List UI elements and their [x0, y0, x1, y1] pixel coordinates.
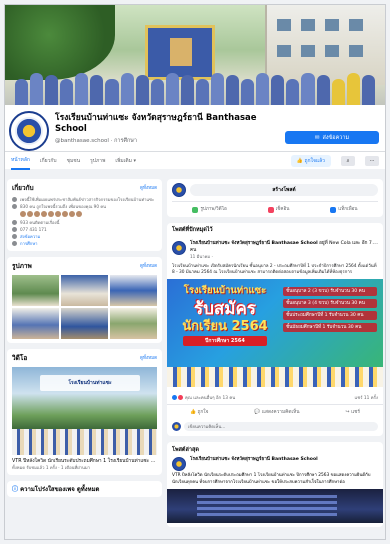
photo-thumbnail[interactable]	[12, 308, 59, 339]
send-message-link[interactable]: ส่งข้อความ	[20, 233, 40, 240]
tag-icon	[12, 241, 17, 246]
post-time[interactable]: 11 มีนาคม ·	[190, 254, 378, 261]
reaction-summary: คุณ และคนอื่นๆ อีก 13 คน แชร์ 11 ครั้ง	[167, 391, 383, 405]
post-options-icon[interactable]: ···	[372, 241, 378, 248]
pinned-post: โรงเรียนบ้านท่าแซะ จังหวัดสุราษฎร์ธานี B…	[167, 237, 383, 392]
photos-card: รูปภาพ ดูทั้งหมด	[7, 257, 162, 343]
phone-icon	[12, 227, 17, 232]
photo-thumbnail[interactable]	[110, 275, 157, 306]
poster-school-name: โรงเรียนบ้านท่าแซะ	[183, 285, 267, 297]
transparency-card: ⓘ ความโปร่งใสของเพจ ดูทั้งหมด	[7, 481, 162, 497]
poster-tag: ปีการศึกษา 2564	[183, 336, 267, 347]
videos-title: วิดีโอ	[12, 354, 28, 362]
category-link[interactable]: การศึกษา	[20, 240, 37, 247]
photo-thumbnail[interactable]	[61, 275, 108, 306]
photo-thumbnail[interactable]	[110, 308, 157, 339]
video-caption[interactable]: VTR ปีหลังโควิด นักเรียนระดับประถมศึกษา …	[12, 458, 157, 465]
school-logo[interactable]	[9, 111, 49, 151]
recent-post: โพสต์ล่าสุด โรงเรียนบ้านท่าแซะ จังหวัดสุ…	[167, 442, 383, 528]
rss-icon	[12, 220, 17, 225]
search-icon[interactable]: ⌕	[341, 155, 355, 166]
page-handle: @banthasae.school · การศึกษา	[55, 138, 138, 144]
page-header: โรงเรียนบ้านท่าแซะ จังหวัดสุราษฎร์ธานี B…	[5, 105, 385, 151]
photo-thumbnail[interactable]	[12, 275, 59, 306]
reaction-icons	[172, 395, 183, 401]
friends-avatars	[20, 211, 157, 217]
tag-people-icon	[330, 206, 337, 213]
photos-see-all-link[interactable]: ดูทั้งหมด	[140, 262, 157, 269]
info-icon	[12, 197, 17, 202]
tab-about[interactable]: เกี่ยวกับ	[40, 157, 57, 165]
comment-composer: เขียนความคิดเห็น...	[167, 419, 383, 437]
about-title: เกี่ยวกับ	[12, 184, 34, 192]
poster-details: ชั้นอนุบาล 2 (3 ขวบ) รับจำนวน 30 คน ชั้น…	[283, 287, 377, 335]
create-post-input[interactable]: สร้างโพสต์	[190, 184, 378, 196]
left-column: เกี่ยวกับ ดูทั้งหมด เพจนี้ใช้เพื่อเผยแพร…	[7, 179, 162, 497]
messenger-icon: ✉	[314, 134, 320, 141]
photo-thumbnail[interactable]	[61, 308, 108, 339]
liked-button[interactable]: 👍 ถูกใจแล้ว	[290, 154, 331, 167]
send-message-button[interactable]: ✉ ส่งข้อความ	[285, 131, 379, 144]
tag-friends-button[interactable]: แท็กเพื่อน	[330, 206, 358, 213]
create-post-card: สร้างโพสต์ รูปภาพ/วิดีโอ เช็คอิน แท็กเพื…	[167, 179, 383, 217]
video-overlay-title: โรงเรียนบ้านท่าแซะ	[40, 375, 140, 391]
share-button[interactable]: ↪ แชร์	[346, 408, 360, 416]
transparency-see-all-link[interactable]: ดูทั้งหมด	[77, 486, 100, 493]
comment-icon: 💬	[254, 410, 262, 416]
photo-video-button[interactable]: รูปภาพ/วิดีโอ	[192, 206, 227, 213]
post-actions: 👍 ถูกใจ 💬 แสดงความคิดเห็น ↪ แชร์	[167, 404, 383, 420]
tab-photos[interactable]: รูปภาพ	[90, 157, 105, 165]
facebook-page: โรงเรียนบ้านท่าแซะ จังหวัดสุราษฎร์ธานี B…	[4, 4, 386, 540]
video-preview[interactable]	[167, 489, 383, 524]
admission-poster-image[interactable]: โรงเรียนบ้านท่าแซะ รับสมัคร นักเรียน 256…	[167, 279, 383, 388]
post-text: โรงเรียนบ้านท่าแซะ เปิดรับสมัครนักเรียน …	[172, 263, 377, 275]
poster-headline: รับสมัคร	[193, 299, 256, 320]
commenter-avatar	[172, 422, 181, 432]
check-in-button[interactable]: เช็คอิน	[267, 206, 289, 213]
location-icon	[267, 206, 274, 213]
post-author-avatar[interactable]	[172, 457, 186, 472]
right-column: สร้างโพสต์ รูปภาพ/วิดีโอ เช็คอิน แท็กเพื…	[167, 179, 383, 528]
share-count[interactable]: แชร์ 11 ครั้ง	[355, 394, 378, 401]
page-tabs: หน้าหลัก เกี่ยวกับ ชุมชน รูปภาพ เพิ่มเติ…	[5, 151, 385, 170]
videos-card: วิดีโอ ดูทั้งหมด โรงเรียนบ้านท่าแซะ VTR …	[7, 349, 162, 475]
post-author[interactable]: โรงเรียนบ้านท่าแซะ จังหวัดสุราษฎร์ธานี B…	[190, 457, 318, 471]
info-icon: ⓘ	[12, 486, 21, 493]
photo-icon	[192, 206, 199, 213]
more-options-icon[interactable]: ···	[365, 155, 379, 166]
page-avatar	[172, 183, 186, 197]
photo-grid	[12, 275, 157, 339]
video-meta: ทั้งหมด รับชมแล้ว 1 ครั้ง · 1 เดือนที่ผ่…	[12, 465, 90, 470]
about-card: เกี่ยวกับ ดูทั้งหมด เพจนี้ใช้เพื่อเผยแพร…	[7, 179, 162, 251]
post-author[interactable]: โรงเรียนบ้านท่าแซะ จังหวัดสุราษฎร์ธานี B…	[190, 241, 318, 246]
pinned-posts-heading: โพสต์ที่ปักหมุดไว้	[167, 223, 383, 237]
tab-community[interactable]: ชุมชน	[67, 157, 81, 165]
page-title: โรงเรียนบ้านท่าแซะ จังหวัดสุราษฎร์ธานี B…	[55, 113, 257, 134]
tab-more[interactable]: เพิ่มเติม ▾	[115, 157, 136, 165]
like-icon	[12, 204, 17, 209]
cover-photo[interactable]	[5, 5, 385, 105]
comment-input[interactable]: เขียนความคิดเห็น...	[184, 422, 378, 432]
poster-subheadline: นักเรียน 2564	[182, 319, 268, 335]
about-see-all-link[interactable]: ดูทั้งหมด	[140, 184, 157, 191]
messenger-icon	[12, 234, 17, 239]
post-author-avatar[interactable]	[172, 241, 186, 255]
recent-posts-heading: โพสต์ล่าสุด	[172, 447, 199, 454]
photos-title: รูปภาพ	[12, 262, 32, 270]
tab-home[interactable]: หน้าหลัก	[11, 152, 30, 170]
like-button[interactable]: 👍 ถูกใจ	[190, 408, 208, 416]
videos-see-all-link[interactable]: ดูทั้งหมด	[140, 354, 157, 361]
video-thumbnail[interactable]: โรงเรียนบ้านท่าแซะ	[12, 367, 157, 455]
post-text: VTR ปีหลังโควิด นักเรียนระดับประถมศึกษา …	[172, 473, 371, 485]
comment-button[interactable]: 💬 แสดงความคิดเห็น	[254, 408, 299, 416]
